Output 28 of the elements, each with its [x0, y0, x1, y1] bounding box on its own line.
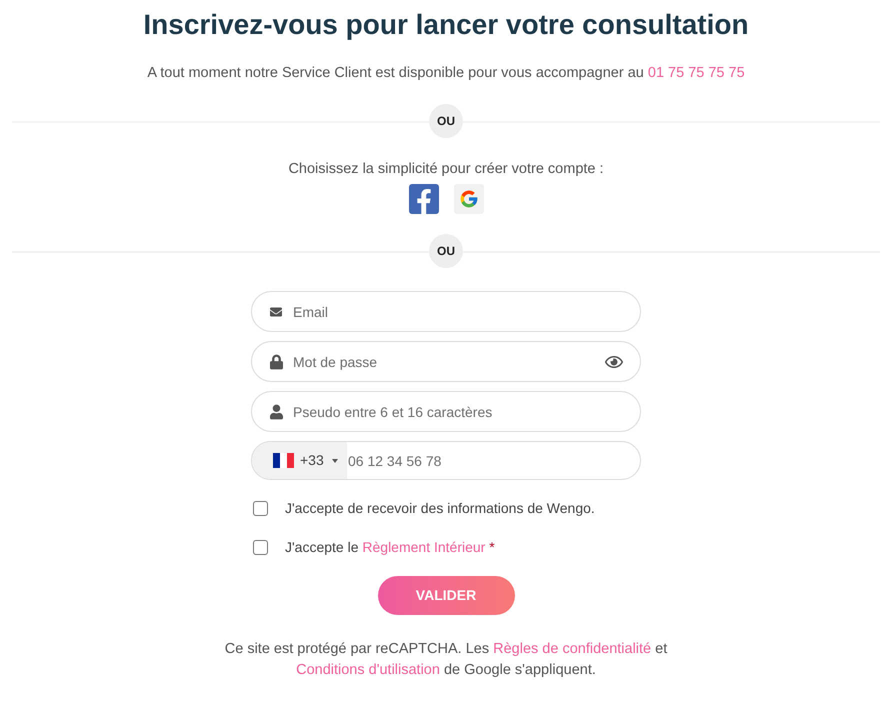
or-separator: OU	[429, 104, 463, 138]
privacy-link[interactable]: Règles de confidentialité	[493, 641, 652, 657]
password-field[interactable]: Mot de passe	[251, 341, 641, 382]
country-code-dropdown[interactable]: +33	[252, 442, 347, 479]
social-prompt: Choisissez la simplicité pour créer votre compte :	[288, 160, 604, 179]
recaptcha-notice: Ce site est protégé par reCAPTCHA. Les Règles de confidentialité et Conditions d'utilisation de Google s'appliquent.	[224, 640, 668, 680]
terms-link[interactable]: Conditions d'utilisation	[296, 662, 440, 678]
facebook-button[interactable]	[408, 184, 438, 214]
page-title: Inscrivez-vous pour lancer votre consultation	[143, 8, 749, 42]
submit-button[interactable]: VALIDER	[378, 576, 514, 615]
username-field[interactable]: Pseudo entre 6 et 16 caractères	[251, 391, 641, 432]
checkbox[interactable]	[253, 540, 268, 554]
or-separator: OU	[429, 234, 463, 268]
phone-link[interactable]: 01 75 75 75 75	[648, 65, 745, 81]
checkbox[interactable]	[253, 500, 268, 516]
google-button[interactable]	[454, 184, 484, 214]
consent-label: J'accepte le Règlement Intérieur *	[285, 538, 495, 557]
caret-down-icon	[332, 458, 338, 462]
eye-icon[interactable]	[605, 354, 623, 370]
consent-label: J'accepte de recevoir des informations de Wengo.	[285, 498, 595, 518]
user-icon	[270, 404, 283, 419]
lock-icon	[270, 354, 283, 369]
email-field[interactable]: Email	[251, 291, 641, 332]
google-icon	[458, 189, 478, 209]
envelope-icon	[269, 306, 283, 318]
france-flag-icon	[273, 453, 294, 468]
intro-text: A tout moment notre Service Client est disponible pour vous accompagner au 01 75 75 75 75	[147, 64, 745, 83]
rules-link[interactable]: Règlement Intérieur	[362, 538, 486, 554]
